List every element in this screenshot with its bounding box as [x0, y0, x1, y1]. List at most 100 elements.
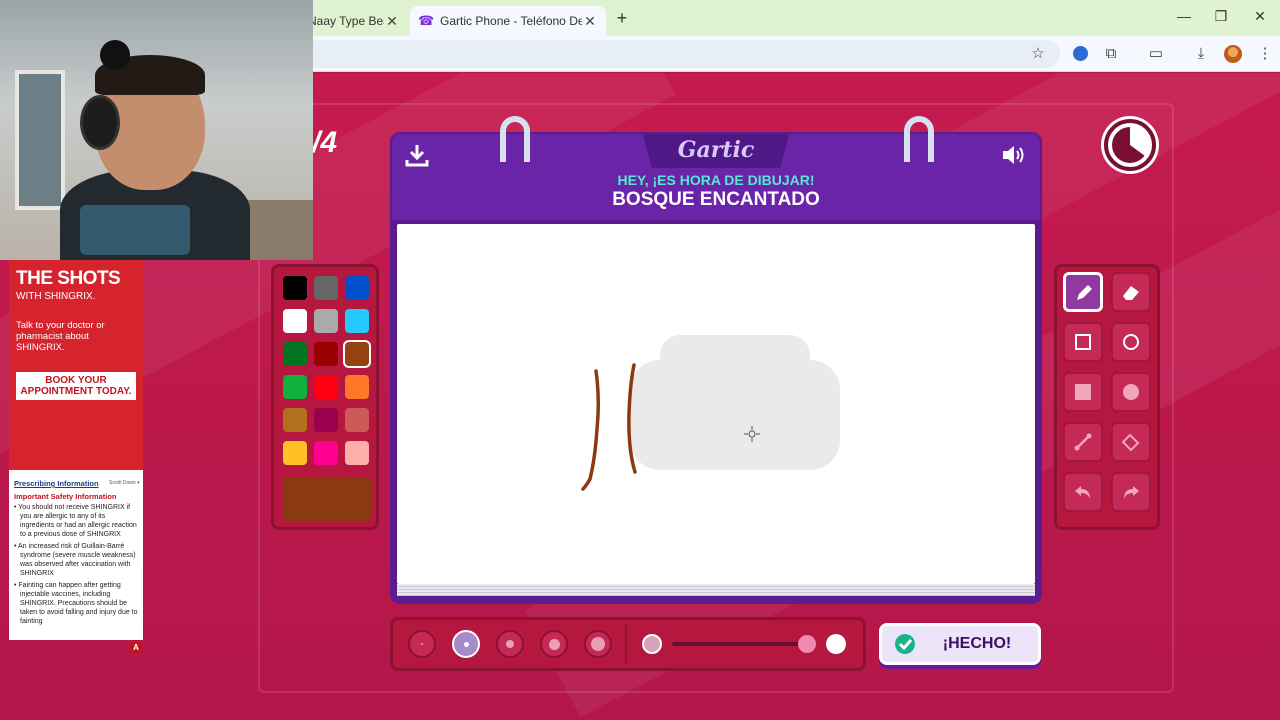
headset-icon — [80, 95, 120, 150]
brush-size-button[interactable] — [540, 630, 568, 658]
color-swatch[interactable] — [314, 342, 338, 366]
crosshair-cursor-icon — [744, 426, 760, 442]
safety-bullet: • You should not receive SHINGRIX if you… — [14, 504, 137, 538]
separator — [625, 624, 627, 664]
circle-outline-icon — [1123, 334, 1139, 350]
redo-icon — [1124, 486, 1139, 499]
pencil-icon — [1077, 285, 1092, 300]
color-swatch[interactable] — [345, 276, 369, 300]
ad-headline: THE SHOTS — [16, 268, 121, 289]
brush-size-dot — [421, 643, 423, 645]
tab-close-icon[interactable]: ✕ — [384, 13, 400, 30]
bookmark-star-icon[interactable]: ☆ — [1027, 44, 1049, 64]
color-swatch[interactable] — [345, 441, 369, 465]
close-window-icon[interactable]: ✕ — [1250, 8, 1270, 25]
safety-bullets: • You should not receive SHINGRIX if you… — [14, 503, 138, 629]
menu-dots-icon[interactable]: ⋮ — [1254, 44, 1276, 64]
brush-size-dot — [591, 637, 605, 651]
color-swatch[interactable] — [314, 309, 338, 333]
tools-panel — [1054, 264, 1160, 530]
color-swatch[interactable] — [283, 375, 307, 399]
fill-bucket-icon — [1121, 433, 1140, 452]
opacity-max-indicator — [826, 634, 846, 654]
tab-close-icon[interactable]: ✕ — [582, 13, 598, 30]
prompt-word: BOSQUE ENCANTADO — [612, 189, 820, 210]
opacity-min-indicator — [642, 634, 662, 654]
browser-tab-active[interactable]: ☎ Gartic Phone - Teléfono Descompuesto ✕ — [410, 6, 606, 36]
safety-bullet: • Fainting can happen after getting inje… — [14, 582, 138, 625]
done-button[interactable]: ¡HECHO! — [879, 623, 1041, 665]
phone-favicon-icon: ☎ — [418, 13, 435, 28]
ad-body: Talk to your doctor or pharmacist about … — [16, 320, 105, 353]
color-swatch[interactable] — [345, 408, 369, 432]
prescribing-information-link[interactable]: Prescribing Information — [14, 479, 99, 488]
color-palette — [271, 264, 379, 530]
color-swatch[interactable] — [283, 309, 307, 333]
download-icon[interactable]: ⤓ — [1190, 44, 1212, 64]
address-bar[interactable] — [300, 40, 1060, 68]
tab-title: Gartic Phone - Teléfono Descompuesto — [440, 14, 582, 28]
line-icon — [1074, 433, 1092, 451]
prompt-heading: HEY, ¡ES HORA DE DIBUJAR! — [617, 172, 815, 188]
color-swatch[interactable] — [283, 342, 307, 366]
gartic-logo: Gartic — [677, 137, 755, 163]
screen: Naay Type Beat ✕ ☎ Gartic Phone - Teléfo… — [0, 0, 1280, 720]
brush-size-dot — [506, 640, 514, 648]
minimize-icon[interactable]: — — [1174, 8, 1194, 24]
ad-cta-button[interactable]: BOOK YOUR APPOINTMENT TODAY. — [16, 372, 136, 400]
scroll-hint: Scroll Down ▾ — [109, 480, 140, 486]
ad-subline: WITH SHINGRIX. — [16, 291, 96, 302]
rectangle-filled-tool[interactable] — [1063, 372, 1103, 412]
restore-icon[interactable]: ❐ — [1211, 8, 1231, 25]
brush-size-button[interactable] — [408, 630, 436, 658]
brush-size-button[interactable] — [452, 630, 480, 658]
browser-tab-inactive[interactable]: Naay Type Beat ✕ — [300, 6, 408, 36]
opacity-slider-handle[interactable] — [798, 635, 816, 653]
circle-filled-icon — [1123, 384, 1139, 400]
brush-size-dot — [463, 641, 469, 647]
profile-avatar[interactable] — [1224, 45, 1242, 63]
advertisement-panel[interactable]: THE SHOTS WITH SHINGRIX. Talk to your do… — [9, 260, 143, 640]
eraser-tool[interactable] — [1111, 272, 1151, 312]
safety-bullet: • An increased risk of Guillain-Barré sy… — [14, 543, 136, 577]
fill-bucket-tool[interactable] — [1111, 422, 1151, 462]
rectangle-outline-icon — [1075, 334, 1091, 350]
paper-edge — [397, 584, 1035, 596]
rectangle-outline-tool[interactable] — [1063, 322, 1103, 362]
eraser-icon — [1123, 286, 1139, 300]
color-swatch[interactable] — [345, 342, 369, 366]
color-swatch[interactable] — [283, 441, 307, 465]
cast-icon[interactable]: ▭ — [1145, 44, 1167, 64]
circle-filled-tool[interactable] — [1111, 372, 1151, 412]
line-tool[interactable] — [1063, 422, 1103, 462]
brush-size-button[interactable] — [496, 630, 524, 658]
color-swatch[interactable] — [283, 408, 307, 432]
extension-icon[interactable] — [1073, 46, 1088, 61]
new-tab-icon[interactable]: + — [612, 8, 632, 28]
adchoices-icon[interactable]: A — [130, 642, 142, 654]
webcam-overlay — [0, 0, 313, 260]
color-swatch[interactable] — [345, 375, 369, 399]
brush-size-button[interactable] — [584, 630, 612, 658]
tab-title: Naay Type Beat — [308, 14, 384, 28]
opacity-slider[interactable] — [672, 642, 800, 646]
color-swatch[interactable] — [345, 309, 369, 333]
download-drawing-icon[interactable] — [404, 142, 430, 168]
current-color-swatch — [283, 477, 371, 521]
redo-tool[interactable] — [1111, 472, 1151, 512]
color-swatch[interactable] — [314, 276, 338, 300]
color-swatch[interactable] — [283, 276, 307, 300]
rectangle-filled-icon — [1075, 384, 1091, 400]
round-counter: /4 — [312, 126, 338, 159]
color-swatch[interactable] — [314, 375, 338, 399]
color-swatch[interactable] — [314, 408, 338, 432]
binder-ring-left — [500, 116, 530, 162]
undo-tool[interactable] — [1063, 472, 1103, 512]
brush-size-dot — [548, 638, 560, 650]
done-label: ¡HECHO! — [942, 635, 1012, 652]
volume-icon[interactable] — [1000, 142, 1026, 168]
pencil-tool[interactable] — [1063, 272, 1103, 312]
circle-outline-tool[interactable] — [1111, 322, 1151, 362]
extensions-puzzle-icon[interactable]: ⧉ — [1100, 44, 1122, 64]
color-swatch[interactable] — [314, 441, 338, 465]
